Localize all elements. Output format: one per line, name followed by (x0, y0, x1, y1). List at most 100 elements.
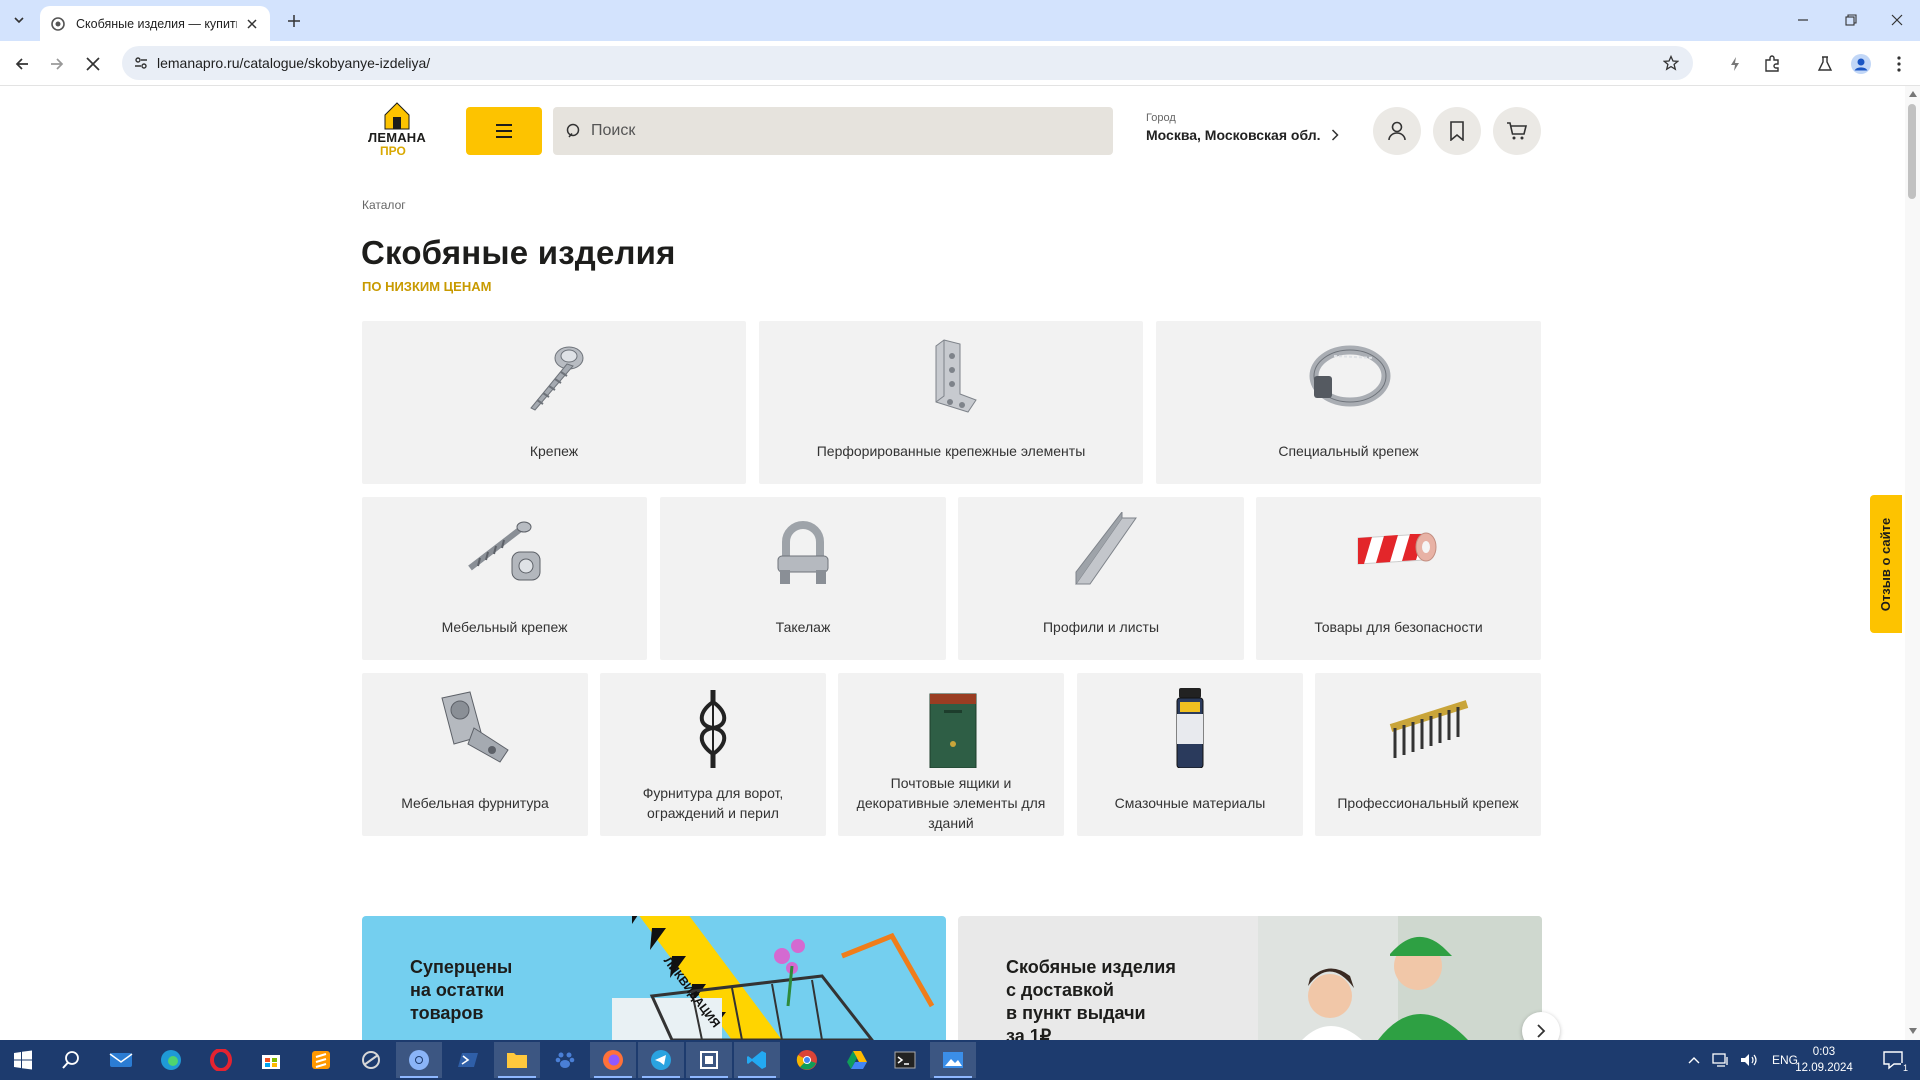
category-card[interactable]: Специальный крепеж (1156, 321, 1541, 484)
stop-loading-button[interactable] (79, 50, 107, 78)
favorites-button[interactable] (1433, 107, 1481, 155)
nail-strip-icon (1378, 687, 1478, 769)
taskbar-chrome-app[interactable] (784, 1042, 830, 1078)
profile-button[interactable] (1373, 107, 1421, 155)
city-selector[interactable]: Город Москва, Московская обл. (1146, 112, 1339, 143)
arrow-right-icon (51, 58, 64, 70)
chevron-up-icon[interactable] (1688, 1056, 1700, 1064)
category-label: Профессиональный крепеж (1337, 795, 1519, 811)
carousel-next-button[interactable] (1522, 1012, 1560, 1040)
tab-search-button[interactable] (6, 8, 32, 32)
search-box[interactable] (553, 107, 1113, 155)
hinge-icon (425, 687, 525, 769)
taskbar-search-button[interactable] (48, 1042, 94, 1078)
close-window-button[interactable] (1882, 6, 1912, 34)
vscode-icon (747, 1051, 766, 1069)
profile-avatar-icon[interactable] (1850, 53, 1872, 75)
taskbar-paw-app[interactable] (542, 1042, 588, 1078)
category-card[interactable]: Такелаж (660, 497, 946, 660)
labs-flask-icon[interactable] (1814, 53, 1836, 75)
city-value: Москва, Московская обл. (1146, 127, 1321, 143)
category-label: Такелаж (775, 619, 831, 635)
new-tab-button[interactable] (282, 9, 306, 33)
plus-icon (288, 15, 300, 27)
promo-banner-clearance[interactable]: ЛИКВИДАЦИЯ Суперцены на остатки товаров (362, 916, 946, 1040)
warning-tape-icon (1349, 511, 1449, 593)
logo-text: ЛЕМАНА (368, 130, 426, 145)
category-card[interactable]: Мебельная фурнитура (362, 673, 588, 836)
taskbar-image-app[interactable] (930, 1042, 976, 1078)
performance-icon[interactable] (1724, 53, 1746, 75)
browser-toolbar: lemanapro.ru/catalogue/skobyanye-izdeliy… (0, 41, 1920, 86)
forward-button[interactable] (43, 50, 71, 78)
taskbar-pinned-app[interactable] (348, 1042, 394, 1078)
edge-browser-icon (161, 1050, 181, 1070)
notification-center-button[interactable]: 1 (1870, 1042, 1916, 1078)
site-logo[interactable]: ЛЕМАНА ПРО (362, 102, 432, 160)
taskbar-chrome-active-app[interactable] (396, 1042, 442, 1078)
category-card[interactable]: Профили и листы (958, 497, 1244, 660)
category-card[interactable]: Смазочные материалы (1077, 673, 1303, 836)
category-card[interactable]: Крепеж (362, 321, 746, 484)
taskbar-drive-app[interactable] (834, 1042, 880, 1078)
site-feedback-button[interactable]: Отзыв о сайте (1870, 495, 1902, 633)
taskbar-edge-app[interactable] (148, 1042, 194, 1078)
catalog-menu-button[interactable] (466, 107, 542, 155)
search-input[interactable] (591, 119, 1091, 143)
back-button[interactable] (8, 50, 36, 78)
taskbar-vscode-app[interactable] (734, 1042, 780, 1078)
taskbar-telegram-app[interactable] (638, 1042, 684, 1078)
category-card[interactable]: Фурнитура для ворот, ограждений и перил (600, 673, 826, 836)
browser-tab[interactable]: Скобяные изделия — купить в (40, 6, 270, 41)
taskbar-powershell-app[interactable] (446, 1042, 492, 1078)
category-label: Фурнитура для ворот, ограждений и перил (642, 785, 784, 821)
scroll-up-icon[interactable] (1908, 89, 1917, 98)
scroll-thumb[interactable] (1908, 104, 1916, 199)
taskbar-clock[interactable]: 0:03 12.09.2024 (1784, 1044, 1864, 1076)
scroll-down-icon[interactable] (1908, 1026, 1917, 1035)
category-label: Товары для безопасности (1314, 619, 1483, 635)
taskbar-notes-app[interactable] (686, 1042, 732, 1078)
delivery-banner-image (1258, 916, 1542, 1040)
browser-menu-icon[interactable] (1888, 53, 1910, 75)
promo-banner-delivery[interactable]: Скобяные изделия с доставкой в пункт выд… (958, 916, 1542, 1040)
arrow-left-icon (15, 58, 28, 70)
category-label: Профили и листы (1042, 619, 1160, 635)
network-icon[interactable] (1712, 1053, 1730, 1067)
extensions-icon[interactable] (1761, 53, 1783, 75)
category-card[interactable]: Почтовые ящики и декоративные элементы д… (838, 673, 1064, 836)
bookmark-star-icon[interactable] (1661, 53, 1681, 73)
category-card[interactable]: Профессиональный крепеж (1315, 673, 1541, 836)
close-tab-icon[interactable] (245, 16, 260, 32)
forged-element-icon (663, 687, 763, 769)
page-scrollbar[interactable] (1905, 86, 1920, 1040)
taskbar-opera-app[interactable] (198, 1042, 244, 1078)
cart-button[interactable] (1493, 107, 1541, 155)
minimize-icon (1798, 19, 1808, 21)
page-title: Скобяные изделия (361, 234, 676, 271)
start-button[interactable] (0, 1042, 46, 1078)
close-icon (1891, 14, 1903, 26)
category-label: Крепеж (529, 443, 579, 459)
spray-can-icon (1140, 687, 1240, 769)
taskbar-sublime-app[interactable] (298, 1042, 344, 1078)
sublime-text-icon (312, 1051, 330, 1069)
breadcrumb[interactable]: Каталог (362, 198, 406, 212)
hamburger-icon (496, 124, 512, 138)
minimize-button[interactable] (1788, 6, 1818, 34)
category-card[interactable]: Мебельный крепеж (362, 497, 647, 660)
site-settings-icon[interactable] (132, 54, 150, 72)
category-card[interactable]: Перфорированные крепежные элементы (759, 321, 1143, 484)
site-favicon-icon (50, 16, 66, 32)
chevron-right-icon (1331, 129, 1339, 141)
taskbar-explorer-app[interactable] (494, 1042, 540, 1078)
taskbar-terminal-app[interactable] (882, 1042, 928, 1078)
taskbar-mail-app[interactable] (98, 1042, 144, 1078)
taskbar-store-app[interactable] (248, 1042, 294, 1078)
category-card[interactable]: Товары для безопасности (1256, 497, 1541, 660)
restore-button[interactable] (1836, 6, 1866, 34)
volume-icon[interactable] (1740, 1053, 1758, 1067)
system-tray: ENG (1688, 1040, 1798, 1080)
address-bar[interactable]: lemanapro.ru/catalogue/skobyanye-izdeliy… (122, 46, 1693, 80)
taskbar-firefox-app[interactable] (590, 1042, 636, 1078)
